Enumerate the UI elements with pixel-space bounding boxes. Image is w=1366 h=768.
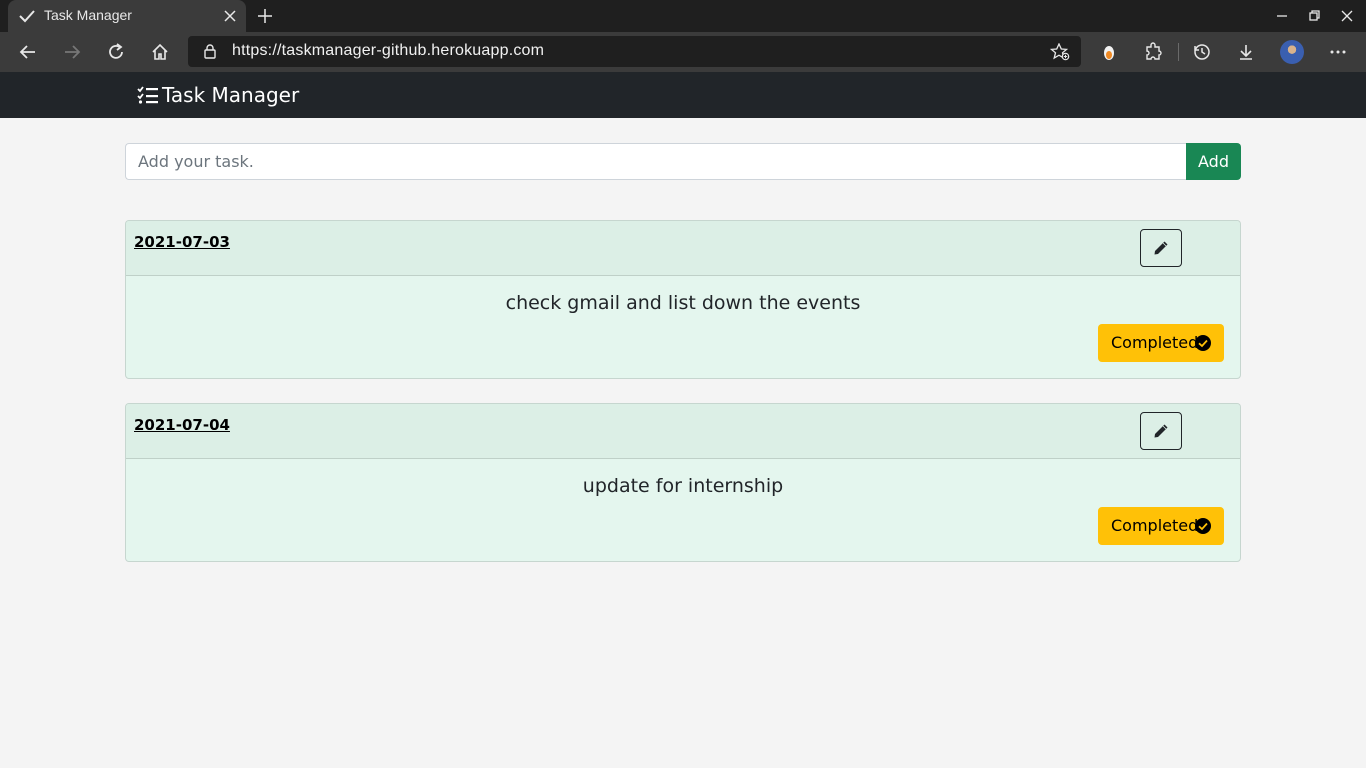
download-icon[interactable] [1236,42,1256,62]
back-arrow-icon[interactable] [18,42,38,62]
check-circle-icon [1195,335,1211,351]
home-icon[interactable] [150,42,170,62]
close-window-icon[interactable] [1339,8,1355,24]
new-tab-icon[interactable] [256,7,274,25]
add-task-button[interactable]: Add [1186,143,1241,180]
app-navbar: Task Manager [0,72,1366,118]
status-label: Completed [1111,516,1199,535]
brand-title[interactable]: Task Manager [162,83,299,107]
check-icon [19,10,35,23]
task-card: 2021-07-04 update for internship Complet… [125,403,1241,562]
browser-toolbar: https://taskmanager-github.herokuapp.com [0,32,1366,72]
reload-icon[interactable] [106,42,126,62]
task-card-header: 2021-07-04 [126,404,1240,459]
extensions-puzzle-icon[interactable] [1143,42,1163,62]
task-title: check gmail and list down the events [505,292,861,314]
history-icon[interactable] [1192,42,1212,62]
task-card: 2021-07-03 check gmail and list down the… [125,220,1241,379]
task-date: 2021-07-04 [134,416,230,434]
url-text: https://taskmanager-github.herokuapp.com [232,42,545,59]
more-options-icon[interactable] [1328,42,1348,62]
toolbar-divider [1178,43,1179,61]
tab-title: Task Manager [44,7,132,23]
check-circle-icon [1195,518,1211,534]
pencil-icon [1154,424,1168,438]
close-tab-icon[interactable] [222,8,238,24]
task-card-header: 2021-07-03 [126,221,1240,276]
completed-button[interactable]: Completed [1098,507,1224,545]
address-bar[interactable]: https://taskmanager-github.herokuapp.com [188,36,1081,67]
edit-task-button[interactable] [1140,229,1182,267]
lock-icon[interactable] [202,43,218,59]
extension-icon[interactable] [1099,42,1119,62]
completed-button[interactable]: Completed [1098,324,1224,362]
minimize-icon[interactable] [1274,8,1290,24]
profile-avatar[interactable] [1280,40,1304,64]
add-favorite-icon[interactable] [1050,43,1070,61]
status-label: Completed [1111,333,1199,352]
edit-task-button[interactable] [1140,412,1182,450]
browser-tab[interactable]: Task Manager [8,0,246,32]
task-input[interactable] [125,143,1187,180]
browser-tab-strip: Task Manager [0,0,1366,32]
list-check-icon [137,86,158,104]
forward-arrow-icon[interactable] [62,42,82,62]
task-title: update for internship [582,475,784,497]
pencil-icon [1154,241,1168,255]
restore-icon[interactable] [1306,8,1322,24]
task-date: 2021-07-03 [134,233,230,251]
